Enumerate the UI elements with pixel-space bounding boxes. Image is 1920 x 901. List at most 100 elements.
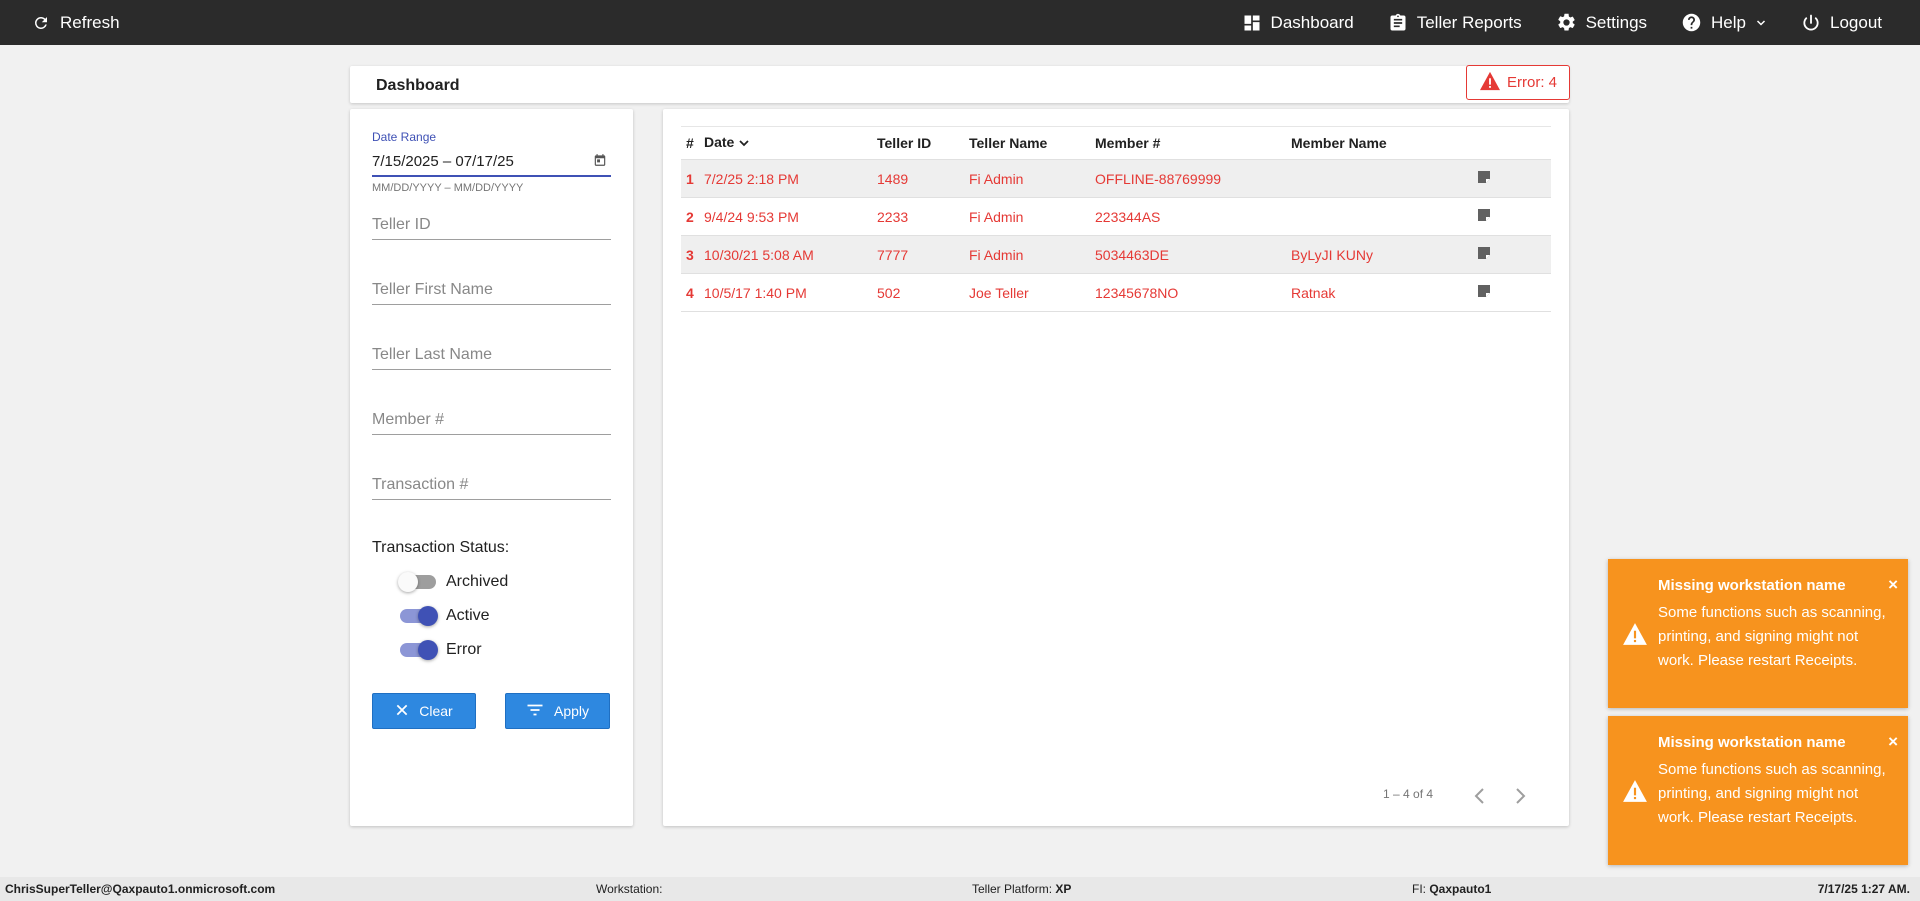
table-row[interactable]: 1 7/2/25 2:18 PM 1489 Fi Admin OFFLINE-8… (681, 159, 1551, 198)
footer-datetime: 7/17/25 1:27 AM. (1817, 882, 1910, 896)
nav-settings[interactable]: Settings (1556, 12, 1647, 33)
nav-teller-reports[interactable]: Teller Reports (1388, 13, 1522, 33)
pagination-range: 1 – 4 of 4 (1383, 787, 1434, 801)
chevron-down-icon (1755, 17, 1767, 29)
toast-message: Some functions such as scanning, printin… (1658, 604, 1886, 669)
table-row[interactable]: 2 9/4/24 9:53 PM 2233 Fi Admin 223344AS (681, 198, 1551, 236)
toast-close-button[interactable]: × (1888, 732, 1898, 752)
transaction-number-field[interactable]: Transaction # (372, 471, 611, 500)
close-icon (395, 703, 409, 720)
help-icon (1681, 12, 1702, 33)
column-header-member[interactable]: Member # (1095, 127, 1291, 160)
column-header-teller-id[interactable]: Teller ID (877, 127, 969, 160)
table-row[interactable]: 4 10/5/17 1:40 PM 502 Joe Teller 1234567… (681, 274, 1551, 312)
warning-icon (1622, 622, 1648, 651)
toast-notification: Missing workstation name Some functions … (1608, 559, 1908, 708)
filter-icon (526, 703, 544, 720)
date-range-input[interactable]: 7/15/2025 – 07/17/25 (372, 148, 611, 177)
row-teller-name: Fi Admin (969, 246, 1024, 263)
row-teller-name: Fi Admin (969, 208, 1024, 225)
footer-user: ChrisSuperTeller@Qaxpauto1.onmicrosoft.c… (5, 882, 276, 896)
calendar-icon[interactable] (593, 153, 607, 171)
table-header-row: # Date Teller ID Teller Name Member # Me… (681, 126, 1551, 160)
row-teller-id: 2233 (877, 208, 909, 225)
note-icon[interactable] (1476, 169, 1492, 188)
top-bar: Refresh Dashboard Teller Reports Setting… (0, 0, 1920, 45)
column-header-date[interactable]: Date (704, 127, 877, 160)
note-icon[interactable] (1476, 207, 1492, 226)
clipboard-icon (1388, 13, 1408, 33)
row-date: 9/4/24 9:53 PM (704, 208, 799, 225)
table-row[interactable]: 3 10/30/21 5:08 AM 7777 Fi Admin 5034463… (681, 235, 1551, 274)
teller-last-name-field[interactable]: Teller Last Name (372, 341, 611, 370)
nav-help[interactable]: Help (1681, 12, 1767, 33)
row-member-name: Ratnak (1291, 284, 1336, 301)
note-icon[interactable] (1476, 283, 1492, 302)
dashboard-header: Dashboard Error: 4 (350, 65, 1570, 103)
nav-settings-label: Settings (1585, 12, 1648, 32)
sort-descending-icon (738, 136, 750, 152)
active-toggle[interactable]: Active (400, 606, 490, 626)
teller-first-name-field[interactable]: Teller First Name (372, 276, 611, 305)
footer-platform: Teller Platform: XP (972, 882, 1072, 896)
error-toggle[interactable]: Error (400, 640, 482, 660)
row-member: 223344AS (1095, 208, 1161, 225)
row-member-name (1291, 198, 1476, 236)
footer-fi: FI: Qaxpauto1 (1412, 882, 1492, 896)
clear-button[interactable]: Clear (372, 693, 476, 729)
member-number-placeholder: Member # (372, 411, 445, 428)
row-number: 1 (686, 170, 694, 187)
transactions-table: # Date Teller ID Teller Name Member # Me… (681, 126, 1551, 312)
row-member: OFFLINE-88769999 (1095, 170, 1222, 187)
toast-notification: Missing workstation name Some functions … (1608, 716, 1908, 865)
error-count-button[interactable]: Error: 4 (1466, 65, 1570, 100)
refresh-label: Refresh (60, 12, 120, 32)
filter-panel: Date Range 7/15/2025 – 07/17/25 MM/DD/YY… (350, 109, 633, 826)
page-title: Dashboard (376, 77, 460, 94)
note-icon[interactable] (1476, 245, 1492, 264)
archived-switch[interactable] (398, 572, 436, 592)
row-date: 10/30/21 5:08 AM (704, 246, 814, 263)
transaction-number-placeholder: Transaction # (372, 476, 469, 493)
gear-icon (1556, 12, 1577, 33)
row-date: 7/2/25 2:18 PM (704, 170, 799, 187)
teller-id-field[interactable]: Teller ID (372, 211, 611, 240)
row-number: 4 (686, 284, 694, 301)
clear-label: Clear (419, 703, 453, 719)
power-icon (1801, 13, 1821, 33)
active-switch[interactable] (400, 606, 438, 626)
nav-logout[interactable]: Logout (1801, 13, 1882, 33)
apply-button[interactable]: Apply (505, 693, 610, 729)
nav-dashboard-label: Dashboard (1270, 12, 1354, 32)
nav-teller-reports-label: Teller Reports (1416, 12, 1522, 32)
row-teller-id: 7777 (877, 246, 909, 263)
row-member-name: ByLyJI KUNy (1291, 246, 1373, 263)
teller-id-placeholder: Teller ID (372, 216, 431, 233)
row-teller-id: 1489 (877, 170, 909, 187)
column-header-actions (1476, 127, 1551, 160)
footer-workstation: Workstation: (596, 882, 663, 896)
footer-fi-value: Qaxpauto1 (1429, 882, 1492, 896)
transaction-status-label: Transaction Status: (372, 539, 510, 556)
date-range-hint: MM/DD/YYYY – MM/DD/YYYY (372, 182, 524, 194)
chevron-right-icon[interactable] (1513, 787, 1527, 810)
error-switch[interactable] (400, 640, 438, 660)
row-date: 10/5/17 1:40 PM (704, 284, 807, 301)
dashboard-icon (1242, 13, 1262, 33)
toast-close-button[interactable]: × (1888, 575, 1898, 595)
toast-message: Some functions such as scanning, printin… (1658, 761, 1886, 826)
row-teller-name: Joe Teller (969, 284, 1029, 301)
error-count-label: Error: 4 (1506, 74, 1557, 91)
chevron-left-icon[interactable] (1473, 787, 1487, 810)
nav-logout-label: Logout (1830, 12, 1882, 32)
row-member-name (1291, 160, 1476, 198)
member-number-field[interactable]: Member # (372, 406, 611, 435)
footer-platform-value: XP (1055, 882, 1072, 896)
pagination-controls (1473, 787, 1527, 810)
archived-toggle[interactable]: Archived (398, 572, 508, 592)
nav-dashboard[interactable]: Dashboard (1242, 13, 1354, 33)
column-header-teller-name[interactable]: Teller Name (969, 127, 1095, 160)
column-header-number: # (686, 135, 694, 151)
refresh-button[interactable]: Refresh (32, 0, 120, 45)
column-header-member-name[interactable]: Member Name (1291, 127, 1476, 160)
